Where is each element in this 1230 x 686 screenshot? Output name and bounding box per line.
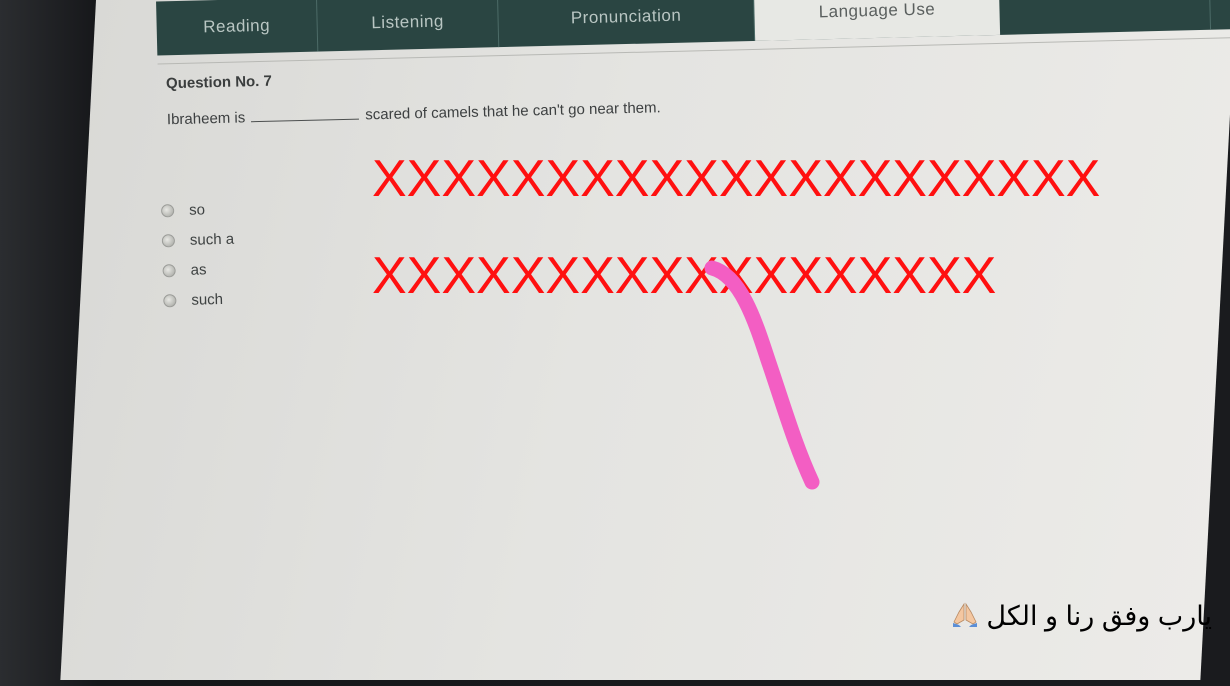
caption-text: يارب وفق رنا و الكل <box>986 601 1212 631</box>
folded-hands-icon <box>951 600 979 628</box>
marker-path <box>704 260 820 490</box>
caption: يارب وفق رنا و الكل <box>951 600 1212 632</box>
pink-marker-stroke <box>704 260 820 490</box>
